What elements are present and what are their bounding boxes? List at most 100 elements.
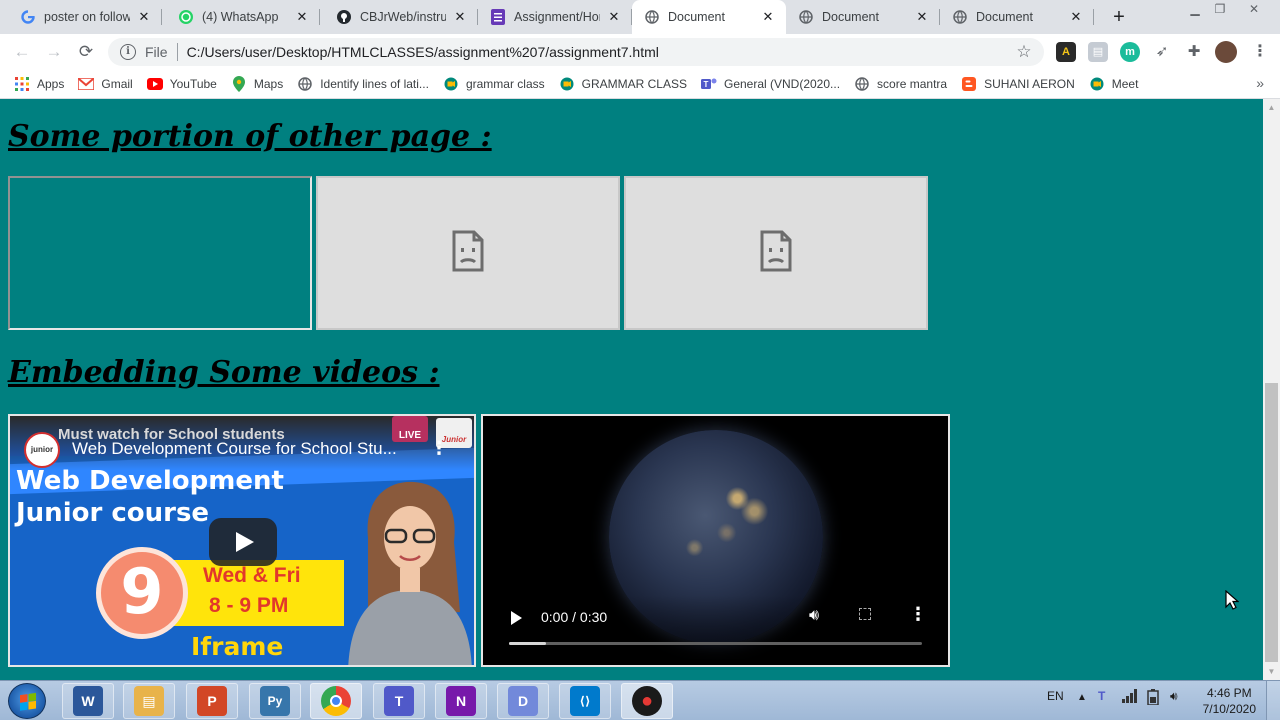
taskbar-word[interactable]: W (62, 683, 114, 719)
extension-reader-icon[interactable]: ▤ (1088, 42, 1108, 62)
meet-icon (1089, 76, 1105, 92)
address-bar[interactable]: i File C:/Users/user/Desktop/HTMLCLASSES… (108, 38, 1044, 66)
globe-icon (297, 76, 313, 92)
system-clock[interactable]: 4:46 PM 7/10/2020 (1203, 685, 1256, 717)
scheme-label: File (145, 44, 168, 60)
profile-avatar-icon[interactable] (1215, 41, 1237, 63)
star-bookmark-icon[interactable]: ☆ (1014, 42, 1034, 62)
forward-button[interactable]: → (42, 40, 66, 64)
chevron-more-icon[interactable]: » (1256, 75, 1264, 91)
url-text[interactable]: C:/Users/user/Desktop/HTMLCLASSES/assign… (187, 44, 1014, 60)
menu-kebab-icon[interactable]: ⋮ (1250, 42, 1270, 62)
fullscreen-icon[interactable] (859, 608, 871, 620)
taskbar-python[interactable]: Py (249, 683, 301, 719)
tab-1[interactable]: (4) WhatsApp ✕ (166, 0, 320, 34)
heading-frames: Some portion of other page : (8, 119, 492, 154)
bookmark-apps[interactable]: Apps (14, 76, 64, 92)
tab-3[interactable]: Assignment/Hon ✕ (478, 0, 632, 34)
extension-m-icon[interactable]: m (1120, 42, 1140, 62)
tab-close-icon[interactable]: ✕ (606, 9, 622, 25)
taskbar-onenote[interactable]: N (435, 683, 487, 719)
play-icon[interactable] (511, 611, 522, 625)
new-tab-button[interactable]: + (1108, 6, 1130, 28)
rocket-icon[interactable]: ➶ (1152, 42, 1172, 62)
close-window-button[interactable]: ✕ (1241, 0, 1267, 18)
tab-6[interactable]: Document ✕ (940, 0, 1094, 34)
tab-close-icon[interactable]: ✕ (452, 9, 468, 25)
info-icon[interactable]: i (120, 44, 136, 60)
bookmarks-bar: Apps Gmail YouTube Maps Identify lines o… (0, 70, 1280, 98)
battery-icon[interactable] (1146, 689, 1160, 708)
volume-icon[interactable]: 🔊︎ (809, 607, 819, 625)
gmail-icon (78, 76, 95, 92)
iframe-error[interactable] (316, 176, 620, 330)
channel-avatar[interactable]: junior (24, 432, 60, 468)
bookmark-label: SUHANI AERON (984, 77, 1075, 91)
show-desktop-button[interactable] (1266, 681, 1280, 720)
tab-4[interactable]: Document ✕ (632, 0, 786, 34)
bookmark-youtube[interactable]: YouTube (146, 76, 217, 92)
whatsapp-icon (178, 9, 194, 25)
tab-title: CBJrWeb/instruct (360, 10, 446, 24)
volume-icon[interactable]: 🔊︎ (1170, 689, 1178, 704)
browser-toolbar: ← → ⟳ i File C:/Users/user/Desktop/HTMLC… (0, 34, 1280, 70)
tab-close-icon[interactable]: ✕ (760, 9, 776, 25)
progress-track[interactable] (509, 642, 922, 645)
extension-a-icon[interactable]: A (1056, 42, 1076, 62)
tab-title: Document (668, 10, 725, 24)
video-player[interactable]: 0:00 / 0:30 🔊︎ ⋮ (481, 414, 950, 667)
tab-close-icon[interactable]: ✕ (914, 9, 930, 25)
bookmark-label: GRAMMAR CLASS (581, 77, 687, 91)
maps-pin-icon (231, 76, 247, 92)
iframe-error[interactable] (624, 176, 928, 330)
tab-close-icon[interactable]: ✕ (1068, 9, 1084, 25)
puzzle-icon[interactable]: ✚ (1184, 42, 1204, 62)
taskbar-chrome[interactable] (310, 683, 362, 719)
scroll-up-arrow-icon[interactable]: ▲ (1263, 99, 1280, 116)
time-display: 0:00 / 0:30 (541, 609, 608, 625)
youtube-embed[interactable]: Must watch for School students LIVE Juni… (8, 414, 476, 667)
bookmark-maps[interactable]: Maps (231, 76, 283, 92)
taskbar-explorer[interactable]: ▤ (123, 683, 175, 719)
minimize-button[interactable]: ▁ (1182, 0, 1208, 18)
bookmark-suhani-aeron[interactable]: SUHANI AERON (961, 76, 1075, 92)
kebab-menu-icon[interactable]: ⋮ (430, 438, 448, 459)
tab-2[interactable]: CBJrWeb/instruct ✕ (324, 0, 478, 34)
tab-close-icon[interactable]: ✕ (136, 9, 152, 25)
tab-5[interactable]: Document ✕ (786, 0, 940, 34)
reload-button[interactable]: ⟳ (74, 40, 98, 64)
network-signal-icon[interactable] (1122, 689, 1138, 706)
tab-title: (4) WhatsApp (202, 10, 279, 24)
video-title[interactable]: Web Development Course for School Stu... (72, 439, 397, 459)
taskbar-discord[interactable]: D (497, 683, 549, 719)
more-options-icon[interactable]: ⋮ (909, 605, 927, 623)
bookmark-lines-of-latitude[interactable]: Identify lines of lati... (297, 76, 429, 92)
restore-button[interactable]: ❐ (1207, 0, 1233, 18)
bookmark-label: YouTube (169, 77, 217, 91)
language-indicator[interactable]: EN (1047, 689, 1064, 703)
show-hidden-icons-icon[interactable]: ▲ (1077, 692, 1087, 703)
page-scrollbar[interactable]: ▲ ▼ (1263, 99, 1280, 680)
start-button[interactable] (8, 683, 46, 719)
taskbar-recorder[interactable]: ● (621, 683, 673, 719)
iframe-empty[interactable] (8, 176, 312, 330)
taskbar-vscode[interactable]: ⟨⟩ (559, 683, 611, 719)
bookmark-grammar-class-upper[interactable]: GRAMMAR CLASS (559, 76, 687, 92)
bookmark-gmail[interactable]: Gmail (78, 76, 133, 92)
taskbar-teams[interactable]: T (373, 683, 425, 719)
scroll-thumb[interactable] (1265, 383, 1278, 662)
bookmark-grammar-class[interactable]: grammar class (443, 76, 545, 92)
bookmark-general-teams[interactable]: T General (VND(2020... (700, 76, 840, 92)
teams-tray-icon[interactable]: T (1098, 689, 1105, 703)
scroll-down-arrow-icon[interactable]: ▼ (1263, 663, 1280, 680)
bookmark-meet[interactable]: Meet (1089, 76, 1138, 92)
tab-0[interactable]: poster on followi ✕ (8, 0, 162, 34)
taskbar-powerpoint[interactable]: P (186, 683, 238, 719)
forms-icon (490, 9, 506, 25)
divider (176, 43, 178, 61)
tab-close-icon[interactable]: ✕ (294, 9, 310, 25)
back-button[interactable]: ← (10, 40, 34, 64)
discord-icon: D (508, 686, 538, 716)
bookmark-score-mantra[interactable]: score mantra (854, 76, 947, 92)
youtube-play-button[interactable] (209, 518, 277, 566)
